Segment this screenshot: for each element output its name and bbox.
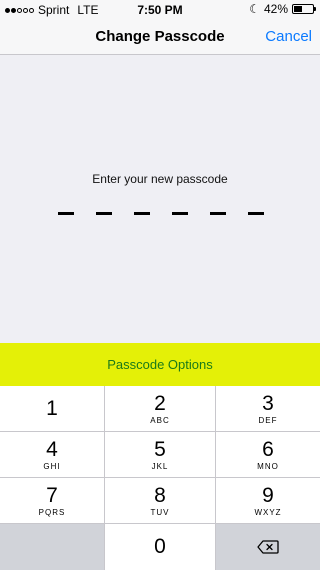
passcode-digit-slot bbox=[172, 212, 188, 215]
key-8[interactable]: 8 TUV bbox=[105, 478, 215, 523]
backspace-icon bbox=[257, 540, 279, 554]
passcode-digit-slot bbox=[58, 212, 74, 215]
key-letters: ABC bbox=[150, 415, 170, 425]
key-3[interactable]: 3 DEF bbox=[216, 386, 320, 431]
key-digit: 9 bbox=[262, 483, 274, 507]
key-digit: 2 bbox=[154, 391, 166, 415]
passcode-digit-slot bbox=[210, 212, 226, 215]
key-letters: DEF bbox=[258, 415, 278, 425]
passcode-options-button[interactable]: Passcode Options bbox=[0, 343, 320, 386]
key-1[interactable]: 1 bbox=[0, 386, 104, 431]
delete-key[interactable] bbox=[216, 524, 320, 570]
key-digit: 5 bbox=[154, 437, 166, 461]
navigation-bar: Change Passcode Cancel bbox=[0, 20, 320, 55]
key-digit: 3 bbox=[262, 391, 274, 415]
numeric-keypad: 1 2 ABC 3 DEF 4 GHI 5 JKL 6 MNO 7 PQRS 8 TUV 9 WXYZ 0 bbox=[0, 386, 320, 570]
key-digit: 6 bbox=[262, 437, 274, 461]
battery-percent: 42% bbox=[263, 2, 288, 16]
key-letters: TUV bbox=[150, 507, 170, 517]
status-bar: Sprint LTE 7:50 PM ☾ 42% bbox=[0, 0, 320, 20]
passcode-prompt: Enter your new passcode bbox=[92, 172, 228, 186]
passcode-entry-field[interactable] bbox=[58, 212, 264, 215]
key-letters: PQRS bbox=[38, 507, 66, 517]
keypad-blank bbox=[0, 524, 104, 570]
key-5[interactable]: 5 JKL bbox=[105, 432, 215, 477]
passcode-digit-slot bbox=[248, 212, 264, 215]
key-digit: 4 bbox=[46, 437, 58, 461]
key-9[interactable]: 9 WXYZ bbox=[216, 478, 320, 523]
status-right: ☾ 42% bbox=[249, 2, 316, 16]
key-0[interactable]: 0 bbox=[105, 524, 215, 570]
key-digit: 1 bbox=[46, 396, 58, 420]
key-2[interactable]: 2 ABC bbox=[105, 386, 215, 431]
passcode-digit-slot bbox=[134, 212, 150, 215]
key-letters: GHI bbox=[43, 461, 61, 471]
cancel-button[interactable]: Cancel bbox=[265, 28, 312, 45]
key-7[interactable]: 7 PQRS bbox=[0, 478, 104, 523]
key-4[interactable]: 4 GHI bbox=[0, 432, 104, 477]
key-digit: 7 bbox=[46, 483, 58, 507]
battery-icon bbox=[292, 4, 316, 14]
key-letters: JKL bbox=[151, 461, 169, 471]
key-digit: 0 bbox=[154, 535, 166, 558]
passcode-options-label: Passcode Options bbox=[107, 357, 213, 372]
key-letters: WXYZ bbox=[254, 507, 282, 517]
do-not-disturb-icon: ☾ bbox=[249, 2, 260, 16]
key-6[interactable]: 6 MNO bbox=[216, 432, 320, 477]
key-digit: 8 bbox=[154, 483, 166, 507]
passcode-digit-slot bbox=[96, 212, 112, 215]
key-letters: MNO bbox=[257, 461, 279, 471]
